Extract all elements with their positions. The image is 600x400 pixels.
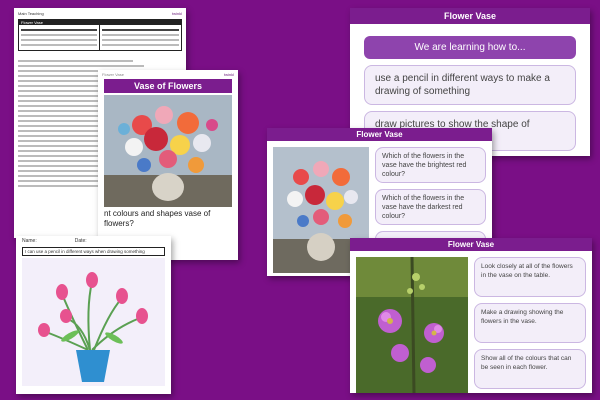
task-3: Show all of the colours that can be seen… <box>474 349 586 389</box>
vase-card-header: Flower Vase <box>102 72 124 77</box>
crepe-myrtle-photo <box>356 257 468 393</box>
worksheet-brand: twinkl <box>171 11 182 16</box>
tasks-slide-title: Flower Vase <box>350 238 592 251</box>
question-1: Which of the flowers in the vase have th… <box>375 147 486 183</box>
vase-card: Flower Vase twinkl Vase of Flowers nt co… <box>98 70 238 260</box>
drawing-sheet: Name: Date: I can use a pencil in differ… <box>16 236 171 394</box>
tulip-vase-illustration <box>22 258 165 386</box>
task-1: Look closely at all of the flowers in th… <box>474 257 586 297</box>
objective-1: use a pencil in different ways to make a… <box>364 65 576 105</box>
worksheet-table: Flower Vase <box>18 19 182 51</box>
objectives-slide-title: Flower Vase <box>350 8 590 24</box>
drawing-instruction: I can use a pencil in different ways whe… <box>22 247 165 256</box>
tasks-slide: Flower Vase Look closely at all of the f… <box>350 238 592 393</box>
questions-slide-title: Flower Vase <box>267 128 492 141</box>
task-2: Make a drawing showing the flowers in th… <box>474 303 586 343</box>
worksheet-header: Main Teaching <box>18 11 44 16</box>
name-label: Name: <box>22 238 37 244</box>
canvas: { "brand": "twinkl", "worksheet": { "tit… <box>0 0 600 400</box>
vase-card-brand: twinkl <box>223 72 234 77</box>
question-2: Which of the flowers in the vase have th… <box>375 189 486 225</box>
learning-banner: We are learning how to... <box>364 36 576 59</box>
flower-vase-painting <box>104 95 232 207</box>
vase-card-caption: nt colours and shapes vase of flowers? <box>104 209 211 228</box>
vase-card-title: Vase of Flowers <box>104 79 232 93</box>
date-label: Date: <box>74 238 87 244</box>
